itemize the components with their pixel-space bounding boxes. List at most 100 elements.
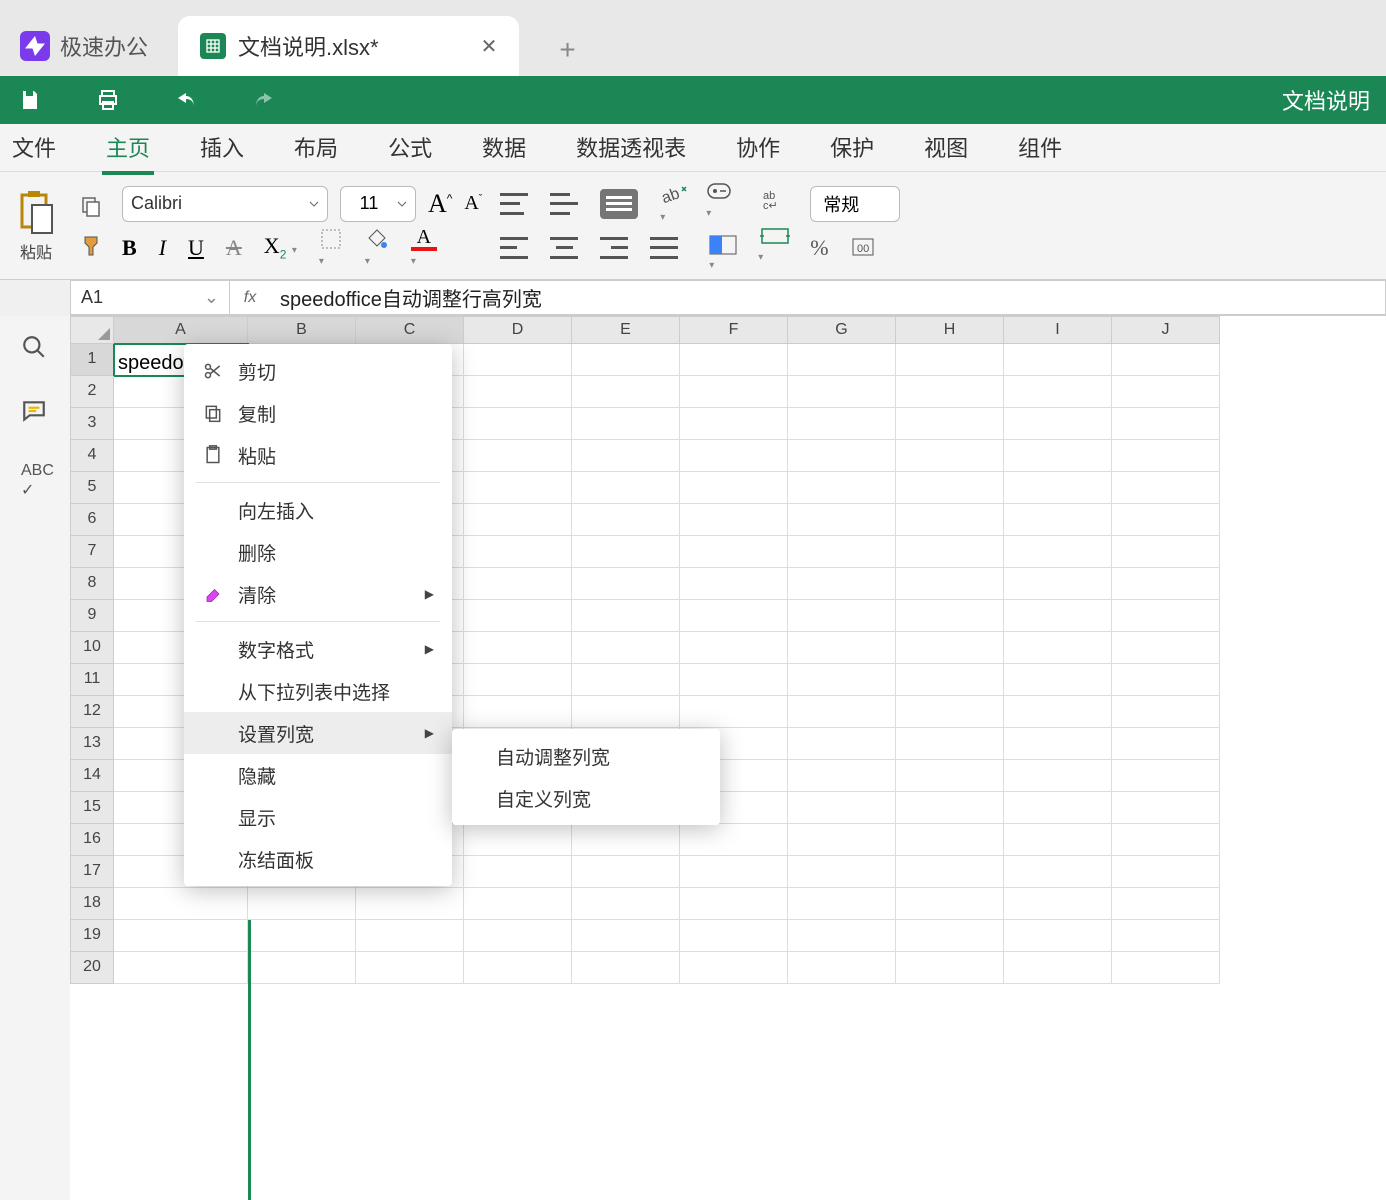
paste-button[interactable]: 粘贴 — [12, 189, 60, 263]
cell[interactable] — [356, 888, 464, 920]
tab-data[interactable]: 数据 — [478, 123, 530, 173]
align-justify-button[interactable] — [650, 237, 678, 259]
ctx-freeze-panes[interactable]: 冻结面板 — [184, 838, 452, 880]
ctx-delete[interactable]: 删除 — [184, 531, 452, 573]
cell[interactable] — [896, 696, 1004, 728]
cell[interactable] — [896, 728, 1004, 760]
column-header[interactable]: F — [680, 316, 788, 344]
cell[interactable] — [464, 440, 572, 472]
row-header[interactable]: 19 — [70, 920, 114, 952]
decrease-font-icon[interactable]: Aˇ — [464, 192, 482, 215]
cell[interactable] — [1004, 504, 1112, 536]
cell[interactable] — [788, 504, 896, 536]
ctx-clear[interactable]: 清除 ▶ — [184, 573, 452, 615]
undo-icon[interactable] — [172, 86, 200, 114]
row-header[interactable]: 1 — [70, 344, 114, 376]
document-tab[interactable]: 文档说明.xlsx* ✕ — [178, 16, 519, 76]
cell[interactable] — [788, 696, 896, 728]
cell[interactable] — [248, 952, 356, 984]
cell[interactable] — [896, 856, 1004, 888]
cell[interactable] — [680, 920, 788, 952]
cell[interactable] — [464, 888, 572, 920]
copy-icon[interactable] — [78, 193, 104, 219]
row-header[interactable]: 15 — [70, 792, 114, 824]
cell[interactable] — [680, 824, 788, 856]
cell[interactable] — [1112, 824, 1220, 856]
column-header[interactable]: B — [248, 316, 356, 344]
cell[interactable] — [896, 920, 1004, 952]
align-left-button[interactable] — [500, 237, 528, 259]
search-icon[interactable] — [21, 334, 49, 362]
cell[interactable] — [1004, 920, 1112, 952]
cell[interactable] — [1004, 440, 1112, 472]
increase-font-icon[interactable]: A^ — [428, 189, 452, 219]
cell[interactable] — [1112, 696, 1220, 728]
cell[interactable] — [788, 408, 896, 440]
font-name-select[interactable]: Calibri — [122, 186, 328, 222]
cell[interactable] — [1004, 408, 1112, 440]
column-header[interactable]: H — [896, 316, 1004, 344]
cell[interactable] — [572, 952, 680, 984]
cell[interactable] — [464, 344, 572, 376]
align-right-button[interactable] — [600, 237, 628, 259]
align-center-button[interactable] — [550, 237, 578, 259]
row-header[interactable]: 7 — [70, 536, 114, 568]
cell[interactable] — [680, 376, 788, 408]
cell[interactable] — [114, 952, 248, 984]
cell[interactable] — [1004, 664, 1112, 696]
cell[interactable] — [896, 504, 1004, 536]
cell[interactable] — [1004, 760, 1112, 792]
cell[interactable] — [680, 856, 788, 888]
cell[interactable] — [1112, 920, 1220, 952]
bold-button[interactable]: B — [122, 235, 137, 261]
cell[interactable] — [1004, 824, 1112, 856]
app-tab[interactable]: 极速办公 — [0, 16, 168, 76]
cell[interactable] — [896, 792, 1004, 824]
cell[interactable] — [1112, 344, 1220, 376]
cell[interactable] — [572, 696, 680, 728]
cell[interactable] — [1112, 728, 1220, 760]
subscript-button[interactable]: X2 ▾ — [264, 233, 297, 261]
row-header[interactable]: 8 — [70, 568, 114, 600]
row-header[interactable]: 2 — [70, 376, 114, 408]
cell[interactable] — [1004, 600, 1112, 632]
fill-color-button[interactable]: ▾ — [365, 227, 389, 269]
row-header[interactable]: 14 — [70, 760, 114, 792]
row-header[interactable]: 11 — [70, 664, 114, 696]
shrink-fit-button[interactable]: ▾ — [758, 225, 792, 265]
named-range-button[interactable]: ▾ — [706, 179, 740, 221]
column-header[interactable]: I — [1004, 316, 1112, 344]
cell[interactable] — [248, 920, 356, 952]
spellcheck-icon[interactable]: ABC✓ — [21, 462, 49, 490]
cell[interactable] — [464, 952, 572, 984]
column-header[interactable]: G — [788, 316, 896, 344]
cell[interactable] — [572, 664, 680, 696]
cell[interactable] — [464, 408, 572, 440]
cell[interactable] — [1112, 376, 1220, 408]
cell[interactable] — [896, 888, 1004, 920]
cell[interactable] — [572, 824, 680, 856]
cell[interactable] — [572, 632, 680, 664]
cell[interactable] — [680, 888, 788, 920]
ctx-show[interactable]: 显示 — [184, 796, 452, 838]
cell[interactable] — [680, 600, 788, 632]
row-header[interactable]: 4 — [70, 440, 114, 472]
cell-reference-box[interactable]: A1 ⌄ — [70, 280, 230, 315]
cell[interactable] — [464, 600, 572, 632]
cell[interactable] — [1112, 440, 1220, 472]
row-header[interactable]: 3 — [70, 408, 114, 440]
strikethrough-button[interactable]: A — [226, 235, 242, 261]
row-header[interactable]: 10 — [70, 632, 114, 664]
row-header[interactable]: 9 — [70, 600, 114, 632]
cell[interactable] — [788, 888, 896, 920]
cell[interactable] — [1004, 888, 1112, 920]
formula-input[interactable]: speedoffice自动调整行高列宽 — [270, 280, 1386, 315]
cell[interactable] — [114, 888, 248, 920]
cell[interactable] — [356, 920, 464, 952]
cell[interactable] — [464, 568, 572, 600]
orientation-button[interactable]: ab▾ — [660, 183, 688, 225]
close-tab-icon[interactable]: ✕ — [481, 34, 498, 59]
cell[interactable] — [788, 824, 896, 856]
cell[interactable] — [788, 600, 896, 632]
redo-icon[interactable] — [250, 86, 278, 114]
